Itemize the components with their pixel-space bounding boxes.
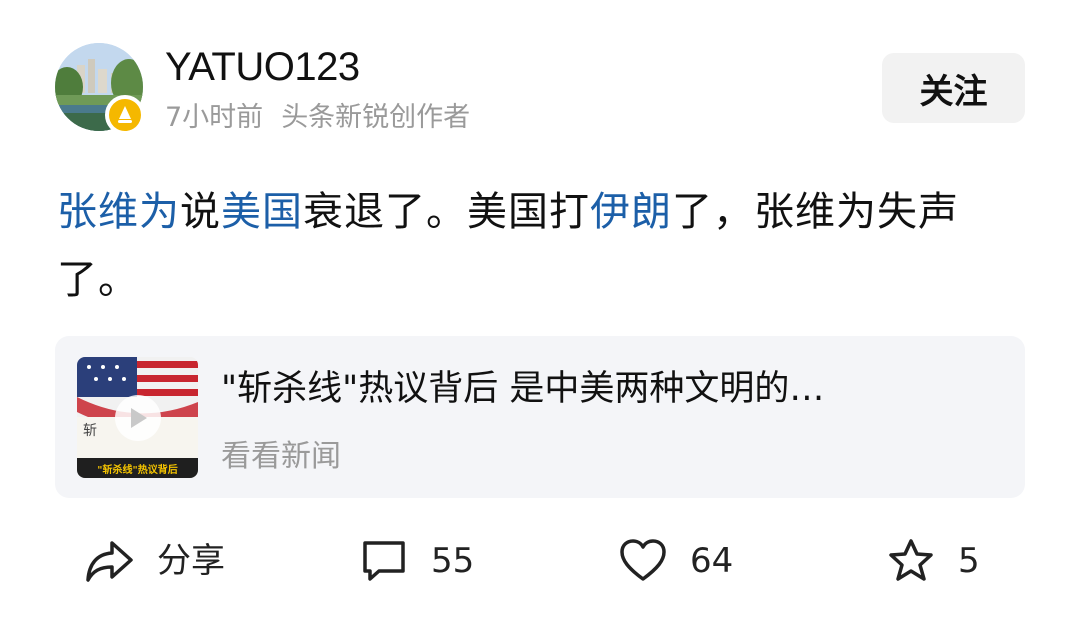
post-page: YATUO123 7小时前 头条新锐创作者 关注 张维为说美国衰退了。美国打伊朗了… xyxy=(0,0,1080,628)
favorite-count: 5 xyxy=(958,541,980,581)
news-card[interactable]: 斩 "斩杀线"热议背后 "斩杀线"热议背后 是中美两种文明的… 看看新闻 xyxy=(55,336,1025,498)
post-meta: 7小时前 头条新锐创作者 xyxy=(165,100,470,136)
play-icon[interactable] xyxy=(115,395,161,441)
post-text-segment: 说 xyxy=(180,189,221,235)
creator-badge-icon xyxy=(105,95,145,135)
share-label: 分享 xyxy=(157,541,225,581)
post-time: 7小时前 xyxy=(165,102,264,133)
svg-text:斩: 斩 xyxy=(83,423,97,439)
news-title[interactable]: "斩杀线"热议背后 是中美两种文明的… xyxy=(221,366,981,412)
topic-link-zhangweiwei[interactable]: 张维为 xyxy=(57,189,180,235)
like-button[interactable]: 64 xyxy=(618,535,733,587)
like-count: 64 xyxy=(690,541,734,581)
thumbnail-caption: "斩杀线"热议背后 xyxy=(77,458,198,478)
username[interactable]: YATUO123 xyxy=(165,42,360,92)
comment-button[interactable]: 55 xyxy=(359,535,474,587)
favorite-button[interactable]: 5 xyxy=(886,535,980,587)
heart-icon xyxy=(620,539,666,581)
star-icon xyxy=(889,539,933,581)
news-thumbnail[interactable]: 斩 "斩杀线"热议背后 xyxy=(77,357,198,478)
topic-link-usa[interactable]: 美国 xyxy=(221,189,303,235)
post-text: 张维为说美国衰退了。美国打伊朗了，张维为失声了。 xyxy=(57,178,1032,314)
comment-count: 55 xyxy=(431,541,475,581)
post-text-segment: 衰退了。美国打 xyxy=(303,189,590,235)
share-arrow-icon xyxy=(86,541,133,582)
news-source: 看看新闻 xyxy=(221,439,341,474)
comment-bubble-icon xyxy=(363,541,405,581)
topic-link-iran[interactable]: 伊朗 xyxy=(590,189,672,235)
follow-button[interactable]: 关注 xyxy=(882,53,1025,123)
share-button[interactable]: 分享 xyxy=(85,535,225,587)
creator-tag: 头条新锐创作者 xyxy=(281,102,471,133)
